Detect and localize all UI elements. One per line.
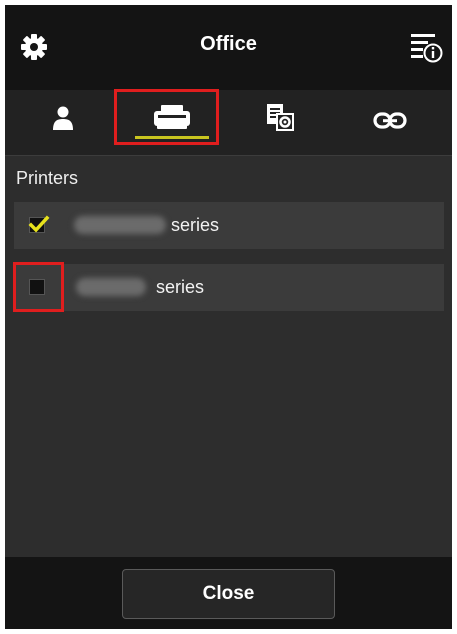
printer-list-item[interactable]: series xyxy=(14,202,444,249)
info-menu-button[interactable] xyxy=(409,30,443,64)
printer-icon xyxy=(154,105,190,129)
link-icon xyxy=(373,112,407,129)
checkmark-icon xyxy=(28,215,50,233)
menu-info-icon xyxy=(411,34,443,63)
printer-list-item[interactable]: series xyxy=(14,264,444,311)
document-settings-icon xyxy=(267,104,294,131)
tab-bar xyxy=(5,90,452,156)
active-tab-indicator xyxy=(135,136,209,139)
printer-model-name-redacted xyxy=(76,278,146,296)
page-title: Office xyxy=(200,33,257,55)
tab-document-settings[interactable] xyxy=(231,90,331,155)
footer-bar: Close xyxy=(5,557,452,629)
printer-model-name-redacted xyxy=(74,216,166,234)
printer-name-suffix: series xyxy=(156,277,205,297)
printer-checkbox-checked[interactable] xyxy=(28,215,50,233)
app-window: Office Printers series series Close xyxy=(5,5,452,629)
printer-checkbox-unchecked[interactable] xyxy=(29,279,45,295)
tab-link[interactable] xyxy=(340,90,440,155)
tab-user[interactable] xyxy=(13,90,113,155)
printer-name-suffix: series xyxy=(171,215,220,235)
printers-section-label: Printers xyxy=(16,168,79,188)
close-button[interactable]: Close xyxy=(122,569,335,619)
header-bar: Office xyxy=(5,5,452,90)
tab-printer[interactable] xyxy=(122,90,222,155)
person-icon xyxy=(53,106,73,130)
